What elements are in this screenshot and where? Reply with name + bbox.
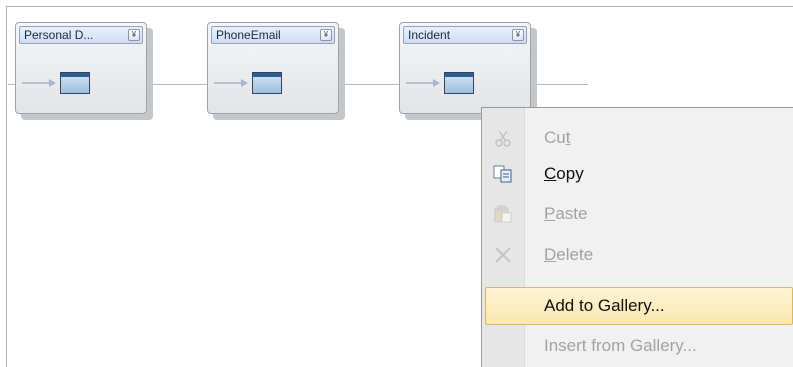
paste-icon: [494, 205, 512, 223]
menu-item-label: Paste: [544, 195, 587, 233]
menu-item-label: Insert from Gallery...: [544, 336, 697, 355]
activity-node-phoneemail[interactable]: PhoneEmail ¥: [207, 22, 345, 120]
menu-accelerator: P: [544, 204, 556, 223]
menu-accelerator: C: [544, 164, 557, 183]
node-title: Personal D... ¥: [19, 26, 143, 44]
node-body[interactable]: Personal D... ¥: [15, 22, 147, 114]
menu-label-part: opy: [556, 164, 584, 183]
menu-item-delete[interactable]: Delete: [484, 236, 792, 274]
cut-icon: [495, 130, 511, 147]
node-title: Incident ¥: [403, 26, 527, 44]
menu-item-paste[interactable]: Paste: [484, 195, 792, 233]
node-body[interactable]: PhoneEmail ¥: [207, 22, 339, 114]
activity-node-incident[interactable]: Incident ¥: [399, 22, 537, 120]
menu-item-label: Cut: [544, 119, 570, 157]
menu-accelerator: t: [565, 128, 571, 147]
node-title-label: Personal D...: [24, 28, 94, 42]
menu-item-label: Add to Gallery...: [544, 296, 665, 315]
window-icon: [60, 72, 90, 94]
window-icon: [444, 72, 474, 94]
menu-item-copy[interactable]: Copy: [484, 155, 792, 193]
arrow-right-icon: [214, 79, 248, 87]
menu-item-label: Delete: [544, 236, 593, 274]
activity-node-personal-details[interactable]: Personal D... ¥: [15, 22, 153, 120]
window-icon: [252, 72, 282, 94]
collapse-icon[interactable]: ¥: [320, 29, 332, 41]
context-menu: Cut Copy Paste Delete Add to Gallery... …: [481, 107, 793, 367]
collapse-icon[interactable]: ¥: [512, 29, 524, 41]
arrow-right-icon: [406, 79, 440, 87]
arrow-right-icon: [22, 79, 56, 87]
node-title: PhoneEmail ¥: [211, 26, 335, 44]
menu-accelerator: D: [544, 245, 557, 264]
menu-item-insert-from-gallery[interactable]: Insert from Gallery...: [484, 327, 792, 365]
copy-icon: [493, 165, 512, 183]
menu-item-label: Copy: [544, 155, 584, 193]
menu-item-add-to-gallery[interactable]: Add to Gallery...: [485, 287, 793, 325]
node-title-label: Incident: [408, 28, 451, 42]
delete-icon: [495, 247, 511, 263]
menu-item-cut[interactable]: Cut: [484, 119, 792, 157]
menu-label-part: elete: [556, 245, 594, 264]
menu-label-part: Cu: [544, 128, 566, 147]
collapse-icon[interactable]: ¥: [128, 29, 140, 41]
node-body[interactable]: Incident ¥: [399, 22, 531, 114]
menu-label-part: aste: [555, 204, 588, 223]
node-title-label: PhoneEmail: [216, 28, 281, 42]
